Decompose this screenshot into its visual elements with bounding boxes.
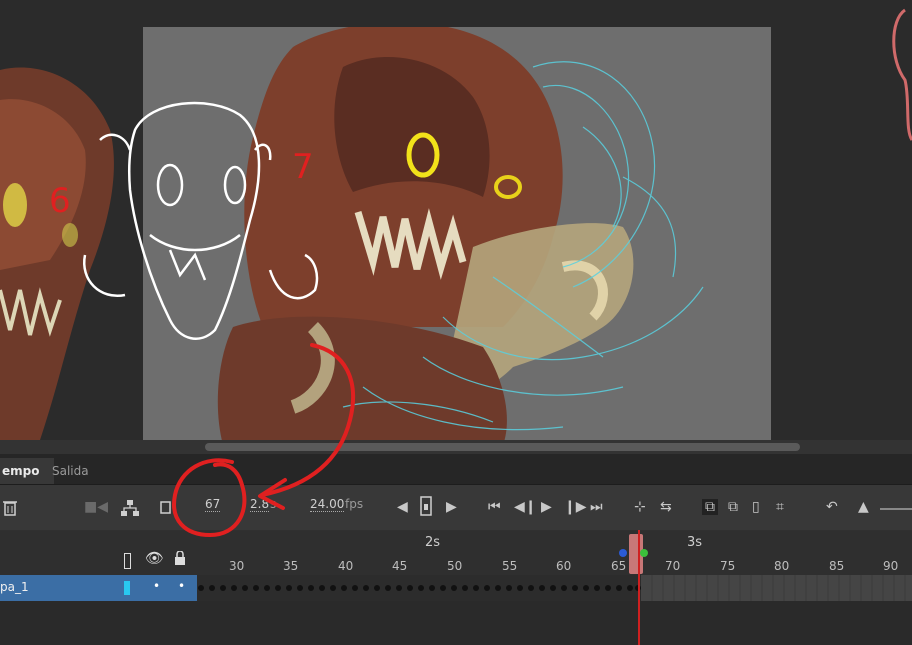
prev-keyframe-icon[interactable]: ◀	[397, 499, 408, 515]
green-marker-icon[interactable]	[640, 549, 648, 557]
left-creature-art	[0, 67, 114, 440]
zoom-small-icon[interactable]: ▲	[858, 499, 869, 515]
go-to-first-frame-icon[interactable]: ⏮	[488, 499, 501, 515]
go-to-last-frame-icon[interactable]: ⏭	[590, 499, 603, 515]
timeline-ruler[interactable]: 2s 3s 30 35 40 45 50 55 60 65 70 75 80 8…	[197, 531, 912, 575]
onion-skin-outlines-icon[interactable]: ⧉	[728, 499, 738, 515]
ruler-tick: 85	[829, 559, 845, 573]
layer-parenting-icon[interactable]	[120, 499, 140, 517]
fps-field[interactable]: 24.00	[310, 497, 345, 512]
modify-markers-icon[interactable]: ⌗	[776, 499, 784, 515]
frame-marker-icon[interactable]	[420, 496, 432, 516]
ruler-tick: 80	[774, 559, 790, 573]
edit-multiple-frames-icon[interactable]: ▯	[752, 499, 760, 515]
ruler-tick: 55	[502, 559, 518, 573]
left-creature-eye	[3, 183, 27, 227]
layer-name[interactable]: pa_1	[0, 580, 29, 594]
ruler-tick: 40	[338, 559, 354, 573]
left-creature-highlight	[0, 99, 86, 270]
stage-area[interactable]	[0, 0, 912, 445]
loop-icon[interactable]: ⇆	[660, 499, 672, 515]
step-forward-icon[interactable]: ❙▶	[564, 499, 587, 515]
ruler-tick: 45	[392, 559, 408, 573]
right-edge-outline	[892, 8, 912, 141]
undo-icon[interactable]: ↶	[826, 499, 838, 515]
playhead[interactable]	[638, 530, 640, 645]
stage-canvas[interactable]	[143, 22, 771, 445]
play-icon[interactable]: ▶	[541, 499, 552, 515]
next-keyframe-icon[interactable]: ▶	[446, 499, 457, 515]
ruler-tick: 90	[883, 559, 899, 573]
ruler-tick: 50	[447, 559, 463, 573]
current-time-field[interactable]: 2.8	[250, 497, 270, 512]
onion-skin-toggle-icon[interactable]: ⧉	[702, 499, 718, 515]
ruler-tick: 70	[665, 559, 681, 573]
zoom-slider[interactable]	[880, 508, 912, 510]
lock-dot-icon[interactable]: •	[178, 579, 185, 593]
stage-horizontal-scrollbar[interactable]	[0, 440, 912, 454]
trash-icon[interactable]	[2, 498, 18, 516]
timeline-panel: empo Salida ■◀ 67 2.8 s 24.00 fps ◀ ▶ ⏮	[0, 454, 912, 645]
current-frame-field[interactable]: 67	[205, 497, 221, 512]
ruler-tick: 35	[283, 559, 299, 573]
frames-track[interactable]	[197, 575, 912, 601]
frames-empty-area	[197, 601, 912, 645]
lock-icon[interactable]	[174, 551, 186, 565]
visibility-dot-icon[interactable]: •	[153, 579, 160, 593]
ruler-second-label: 3s	[687, 535, 703, 550]
ruler-tick: 75	[720, 559, 736, 573]
ruler-tick: 60	[556, 559, 572, 573]
keyframe-strip[interactable]	[197, 575, 912, 601]
camera-icon[interactable]: ■◀	[84, 499, 108, 515]
timeline-toolbar: ■◀ 67 2.8 s 24.00 fps ◀ ▶ ⏮ ◀❙ ▶ ❙▶ ⏭ ⊹ …	[0, 485, 912, 530]
tab-output[interactable]: Salida	[44, 458, 97, 484]
center-frame-icon[interactable]: ⊹	[634, 499, 646, 515]
blue-marker-icon[interactable]	[619, 549, 627, 557]
layer-color-swatch[interactable]	[124, 581, 130, 595]
layers-empty-area	[0, 601, 198, 645]
panel-tabs: empo Salida	[0, 454, 912, 485]
step-back-icon[interactable]: ◀❙	[514, 499, 537, 515]
ruler-tick: 65	[611, 559, 627, 573]
layer-outline-icon[interactable]	[124, 553, 131, 569]
layer-row[interactable]: pa_1 • •	[0, 575, 197, 601]
scrollbar-thumb[interactable]	[205, 443, 800, 451]
layers-header: 👁	[0, 531, 198, 575]
time-unit-label: s	[270, 497, 277, 511]
onion-skin-icon[interactable]	[160, 501, 172, 515]
ruler-tick: 30	[229, 559, 245, 573]
stage-artwork	[217, 22, 704, 445]
eye-icon[interactable]: 👁	[145, 549, 164, 567]
fps-unit-label: fps	[345, 497, 364, 511]
ruler-second-label: 2s	[425, 535, 441, 550]
